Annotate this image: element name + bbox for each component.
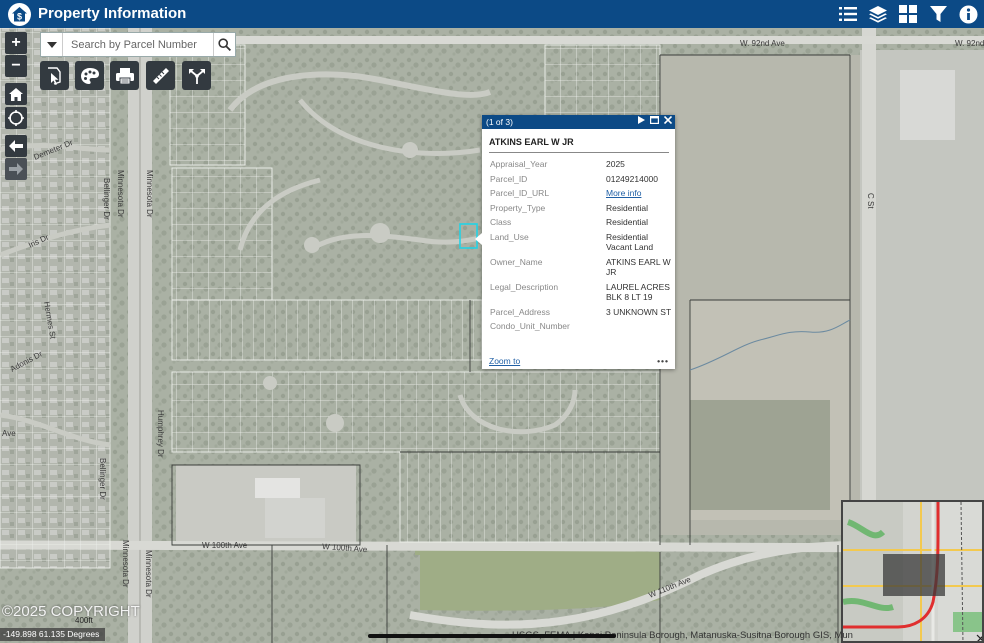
attribute-row: Condo_Unit_Number xyxy=(482,321,675,332)
next-feature-icon[interactable] xyxy=(638,116,645,124)
layers-icon[interactable] xyxy=(868,4,888,24)
attribute-row: Appraisal_Year 2025 xyxy=(482,159,675,170)
search-source-dropdown[interactable] xyxy=(41,33,63,56)
attribute-key: Land_Use xyxy=(490,231,529,242)
attribute-value: 3 UNKNOWN ST xyxy=(606,306,672,317)
scale-bar: 400ft xyxy=(75,616,93,625)
road-label-w92-right: W. 92nd xyxy=(955,39,984,48)
symbology-button[interactable] xyxy=(75,61,104,90)
road-label-bellinger: Bellinger Dr xyxy=(102,178,111,220)
coordinate-readout: -149.898 61.135 Degrees xyxy=(0,628,106,641)
measure-icon xyxy=(152,67,169,84)
attribute-value: Residential xyxy=(606,217,649,227)
home-extent-button[interactable] xyxy=(5,83,27,105)
share-button[interactable] xyxy=(182,61,211,90)
close-icon[interactable] xyxy=(664,116,672,124)
overview-map[interactable] xyxy=(841,500,984,643)
road-label-humphrey: Humphrey Dr xyxy=(156,410,165,458)
attribute-value: Residential xyxy=(606,202,649,213)
select-parcel-icon xyxy=(47,66,61,85)
info-icon[interactable] xyxy=(958,4,978,24)
search-input[interactable] xyxy=(63,33,213,56)
parcel-search xyxy=(40,32,236,57)
maximize-icon[interactable] xyxy=(650,116,659,124)
attribute-row: Legal_Description LAUREL ACRES BLK 8 LT 1… xyxy=(482,282,675,303)
popup-title-bar: (1 of 3) xyxy=(482,115,675,129)
attribute-value: 01249214000 xyxy=(606,173,659,184)
select-parcel-button[interactable] xyxy=(40,61,69,90)
attribute-key: Parcel_Address xyxy=(490,306,551,317)
road-label-bellinger-low: Bellinger Dr xyxy=(98,458,107,500)
road-label-minnesota-right: Minnesota Dr xyxy=(145,170,154,218)
home-icon xyxy=(9,87,23,101)
road-label-c-st: C St xyxy=(866,193,875,209)
road-label-minnesota-left: Minnesota Dr xyxy=(116,170,125,218)
attribute-value: LAUREL ACRES BLK 8 LT 19 xyxy=(606,281,670,303)
attribute-row: Property_Type Residential xyxy=(482,203,675,214)
zoom-to-link[interactable]: Zoom to xyxy=(489,356,520,366)
overview-extent-box[interactable] xyxy=(883,554,945,596)
app-title: Property Information xyxy=(38,5,187,22)
palette-icon xyxy=(80,67,99,84)
search-icon xyxy=(218,38,231,51)
print-button[interactable] xyxy=(110,61,139,90)
next-extent-button[interactable] xyxy=(5,158,27,180)
attribute-key: Condo_Unit_Number xyxy=(490,321,570,331)
more-actions-button[interactable]: ••• xyxy=(657,356,669,366)
road-label-w100: W 100th Ave xyxy=(202,541,248,550)
measure-button[interactable] xyxy=(146,61,175,90)
previous-extent-button[interactable] xyxy=(5,135,27,157)
attribute-row: Owner_Name ATKINS EARL W JR xyxy=(482,257,675,278)
scale-label: 400ft xyxy=(75,616,93,625)
attribute-row: Parcel_Address 3 UNKNOWN ST xyxy=(482,307,675,318)
home-logo-icon[interactable]: $ xyxy=(8,3,31,26)
attribute-key: Parcel_ID xyxy=(490,173,528,184)
road-label-minnesota-low-left: Minnesota Dr xyxy=(121,540,130,588)
copyright-watermark: ©2025 COPYRIGHT xyxy=(2,603,140,620)
share-icon xyxy=(188,68,205,84)
popup-feature-counter: (1 of 3) xyxy=(486,117,513,127)
arrow-right-icon xyxy=(9,163,23,175)
print-icon xyxy=(115,67,134,84)
attribute-row: Parcel_ID 01249214000 xyxy=(482,174,675,185)
arrow-left-icon xyxy=(9,140,23,152)
search-button[interactable] xyxy=(213,33,235,56)
attribute-value: 2025 xyxy=(606,159,625,169)
locate-icon xyxy=(8,110,24,126)
zoom-in-button[interactable]: + xyxy=(5,32,27,54)
attribute-value: Residential Vacant Land xyxy=(606,231,654,253)
legend-list-icon[interactable] xyxy=(838,4,858,24)
parcel-url-link[interactable]: More info xyxy=(606,188,672,199)
attribute-row: Class Residential xyxy=(482,217,675,228)
caret-down-icon xyxy=(46,41,57,48)
home-indicator xyxy=(368,634,616,638)
svg-text:$: $ xyxy=(17,12,22,22)
attribute-key: Appraisal_Year xyxy=(490,159,548,169)
attribute-key: Parcel_ID_URL xyxy=(490,188,550,198)
app-header: $ Property Information xyxy=(0,0,984,28)
attribute-key: Class xyxy=(490,217,512,227)
popup-attribute-table: Appraisal_Year 2025 Parcel_ID 01249214000 Pa… xyxy=(482,159,675,332)
zoom-out-button[interactable]: − xyxy=(5,55,27,77)
parcel-popup: (1 of 3) ATKINS EARL W JR Appraisal_Year… xyxy=(475,115,675,369)
attribute-key: Legal_Description xyxy=(490,281,559,292)
attribute-row: Parcel_ID_URL More info xyxy=(482,188,675,199)
road-label-w92: W. 92nd Ave xyxy=(740,39,785,48)
road-label-ave: Ave xyxy=(2,429,16,438)
attribute-row: Land_Use Residential Vacant Land xyxy=(482,232,675,253)
attribute-value: ATKINS EARL W JR xyxy=(606,256,671,278)
filter-icon[interactable] xyxy=(928,4,948,24)
popup-pointer xyxy=(475,233,482,245)
attribute-value xyxy=(606,321,672,332)
popup-feature-title: ATKINS EARL W JR xyxy=(489,137,669,153)
attribute-key: Property_Type xyxy=(490,202,546,213)
basemap-gallery-icon[interactable] xyxy=(898,4,918,24)
locate-button[interactable] xyxy=(5,107,27,129)
attribute-key: Owner_Name xyxy=(490,256,543,267)
road-label-minnesota-low-right: Minnesota Dr xyxy=(144,550,153,598)
